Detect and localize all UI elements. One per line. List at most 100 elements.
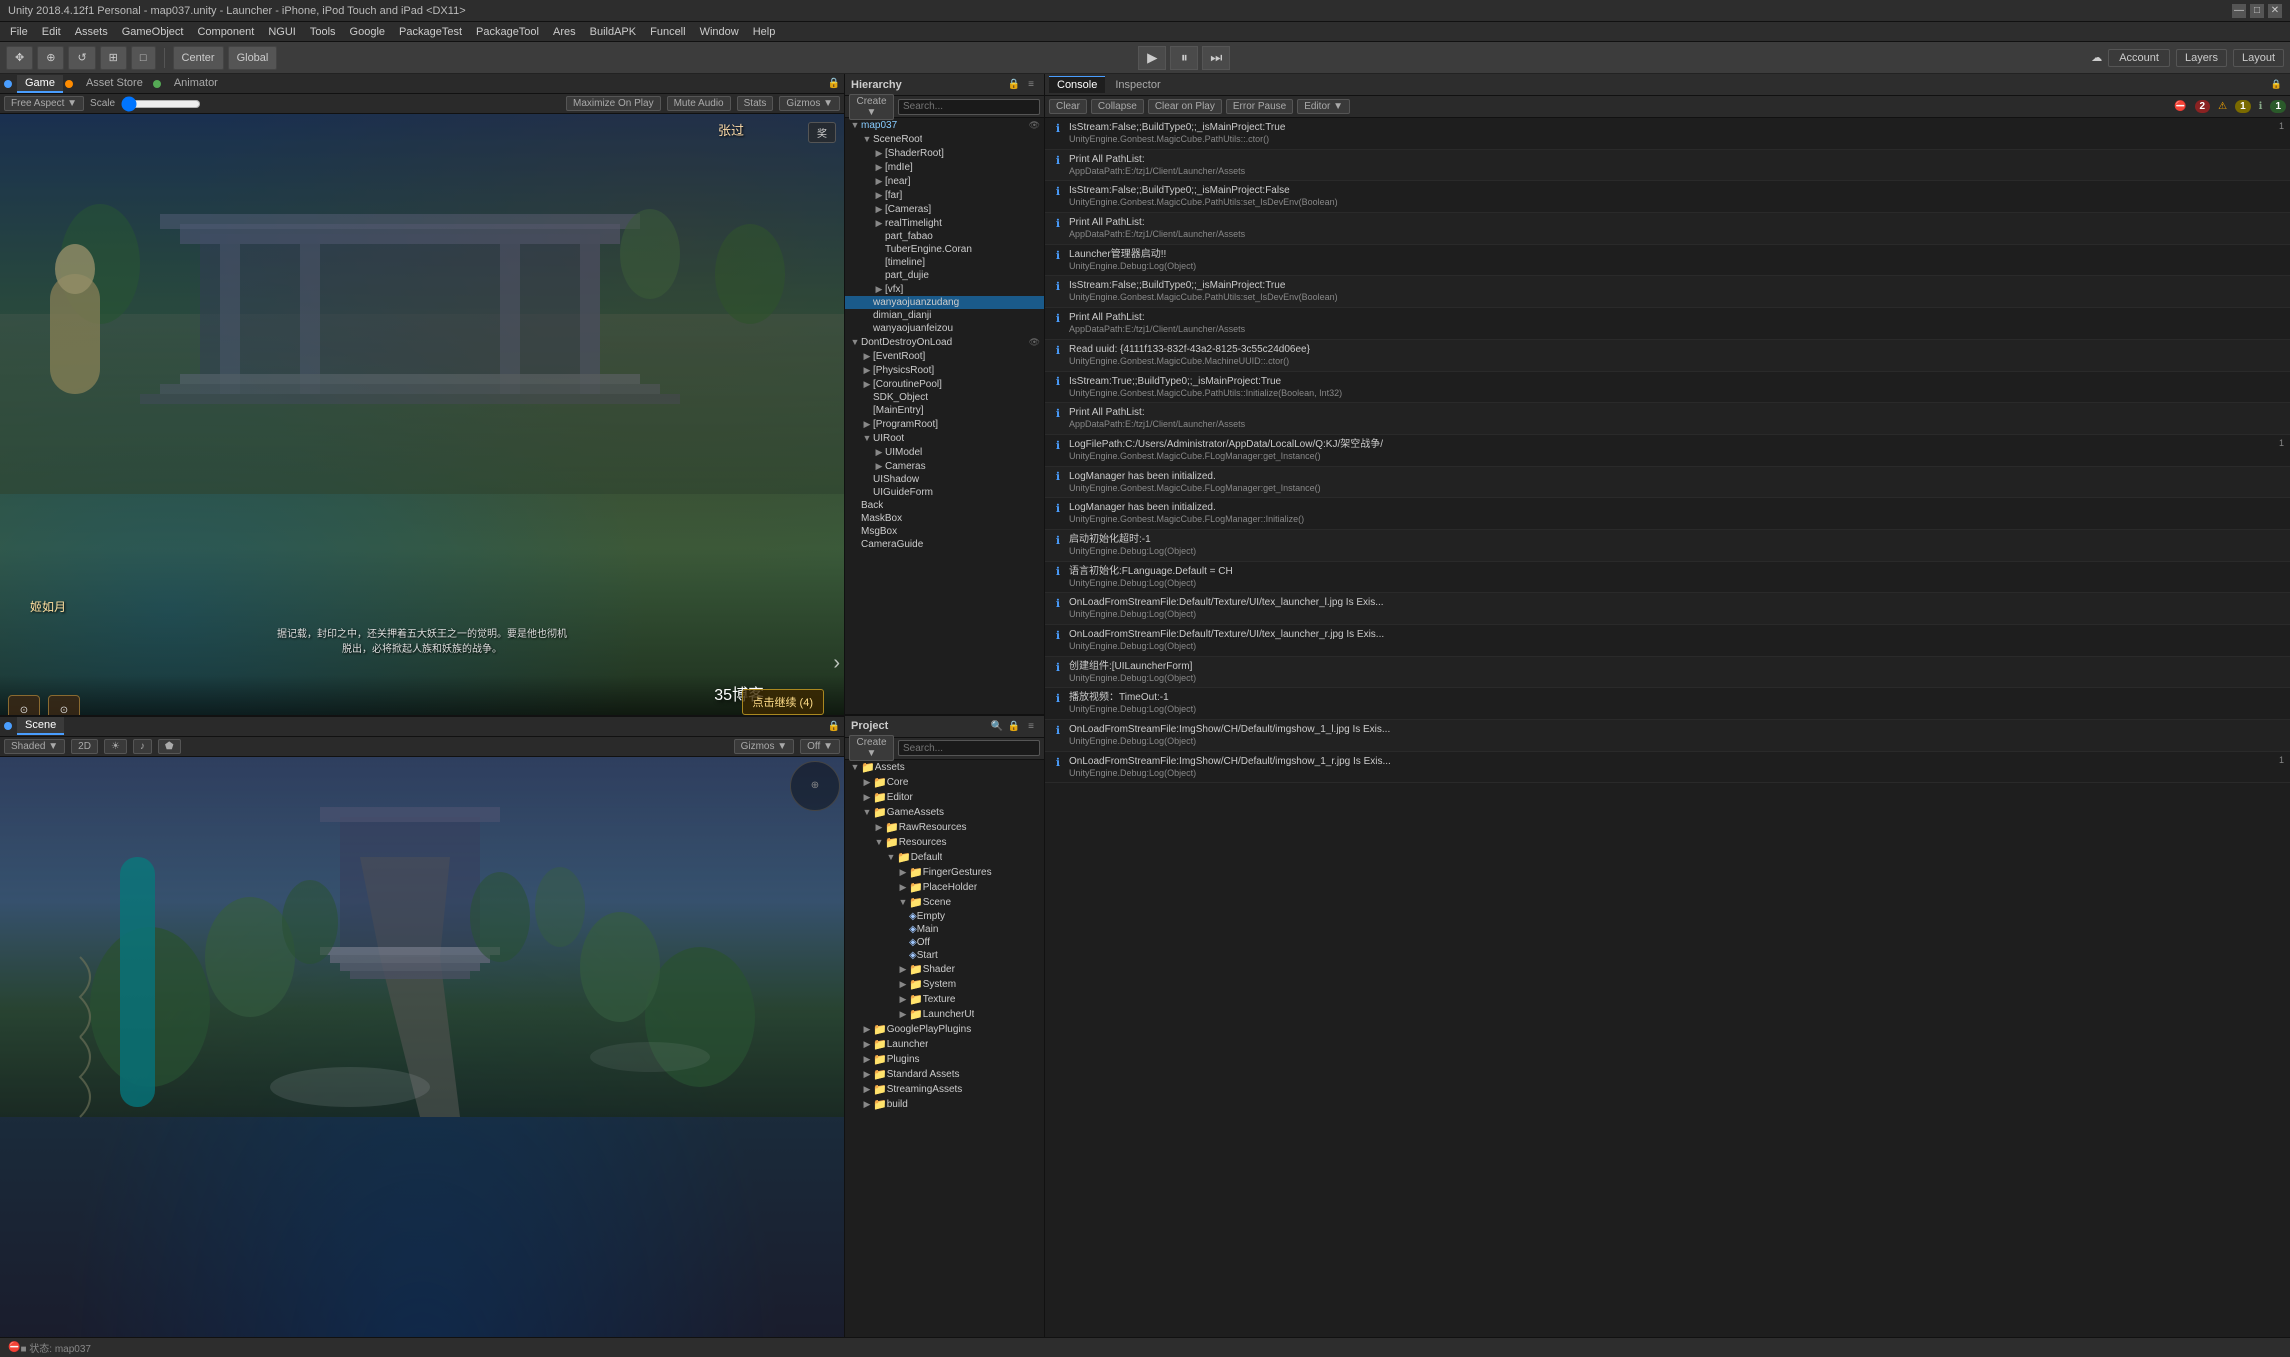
tree-item-cameras[interactable]: ▶ [Cameras]	[845, 202, 1044, 216]
tree-item-core[interactable]: ▶ 📁 Core	[845, 775, 1044, 790]
tree-item-part-dujie[interactable]: part_dujie	[845, 269, 1044, 282]
menu-funcell[interactable]: Funcell	[644, 24, 691, 40]
log-entry-11[interactable]: ℹ LogFilePath:C:/Users/Administrator/App…	[1045, 435, 2290, 467]
tree-item-assets[interactable]: ▼ 📁 Assets	[845, 760, 1044, 775]
log-entry-21[interactable]: ℹ OnLoadFromStreamFile:ImgShow/CH/Defaul…	[1045, 752, 2290, 784]
log-entry-7[interactable]: ℹ Print All PathList: AppDataPath:E:/tzj…	[1045, 308, 2290, 340]
tree-item-mdle[interactable]: ▶ [mdIe]	[845, 160, 1044, 174]
tree-item-programroot[interactable]: ▶ [ProgramRoot]	[845, 417, 1044, 431]
tree-item-uiroot[interactable]: ▼ UIRoot	[845, 431, 1044, 445]
log-entry-15[interactable]: ℹ 语言初始化:FLanguage.Default = CH UnityEngi…	[1045, 562, 2290, 594]
tree-item-wanyaojuanzudang[interactable]: wanyaojuanzudang	[845, 296, 1044, 309]
tree-item-timeline[interactable]: [timeline]	[845, 256, 1044, 269]
tree-item-streamingassets[interactable]: ▶ 📁 StreamingAssets	[845, 1082, 1044, 1097]
tree-item-dimian-dianji[interactable]: dimian_dianji	[845, 309, 1044, 322]
mute-audio-btn[interactable]: Mute Audio	[667, 96, 731, 111]
tree-item-cameras2[interactable]: ▶ Cameras	[845, 459, 1044, 473]
tab-inspector[interactable]: Inspector	[1107, 77, 1168, 93]
log-entry-10[interactable]: ℹ Print All PathList: AppDataPath:E:/tzj…	[1045, 403, 2290, 435]
tool-rotate[interactable]: ↺	[68, 46, 95, 70]
tree-item-placeholder[interactable]: ▶ 📁 PlaceHolder	[845, 880, 1044, 895]
console-editor-btn[interactable]: Editor ▼	[1297, 99, 1350, 114]
project-create-btn[interactable]: Create ▼	[849, 735, 894, 761]
log-entry-3[interactable]: ℹ IsStream:False;;BuildType0;;_isMainPro…	[1045, 181, 2290, 213]
tree-item-plugins[interactable]: ▶ 📁 Plugins	[845, 1052, 1044, 1067]
tool-rect[interactable]: □	[131, 46, 156, 70]
tree-item-scene-main[interactable]: ◈ Main	[845, 923, 1044, 936]
project-search-input[interactable]	[898, 740, 1040, 756]
tree-item-coroutinepool[interactable]: ▶ [CoroutinePool]	[845, 377, 1044, 391]
tool-move[interactable]: ⊕	[37, 46, 64, 70]
project-search-icon[interactable]: 🔍	[990, 719, 1004, 733]
log-entry-19[interactable]: ℹ 播放视频：TimeOut:-1 UnityEngine.Debug:Log(…	[1045, 688, 2290, 720]
tree-item-realtimelight[interactable]: ▶ realTimelight	[845, 216, 1044, 230]
tree-item-sdkobject[interactable]: SDK_Object	[845, 391, 1044, 404]
menu-assets[interactable]: Assets	[69, 24, 114, 40]
tree-item-cameraguide[interactable]: CameraGuide	[845, 538, 1044, 551]
account-button[interactable]: Account	[2108, 49, 2170, 67]
scene-effects-btn[interactable]: ⬟	[158, 739, 181, 754]
pause-button[interactable]: ⏸	[1170, 46, 1198, 70]
menu-ares[interactable]: Ares	[547, 24, 582, 40]
tree-item-launcher[interactable]: ▶ 📁 Launcher	[845, 1037, 1044, 1052]
hierarchy-lock-icon[interactable]: 🔒	[1007, 78, 1021, 92]
play-button[interactable]: ▶	[1138, 46, 1166, 70]
log-entry-12[interactable]: ℹ LogManager has been initialized. Unity…	[1045, 467, 2290, 499]
2d-btn[interactable]: 2D	[71, 739, 98, 754]
tree-item-sceneroot[interactable]: ▼ SceneRoot	[845, 132, 1044, 146]
tree-item-fingergestures[interactable]: ▶ 📁 FingerGestures	[845, 865, 1044, 880]
log-entry-6[interactable]: ℹ IsStream:False;;BuildType0;;_isMainPro…	[1045, 276, 2290, 308]
tree-item-scene-off[interactable]: ◈ Off	[845, 936, 1044, 949]
project-lock-icon[interactable]: 🔒	[1007, 719, 1021, 733]
gizmos-btn[interactable]: Gizmos ▼	[779, 96, 840, 111]
tree-item-near[interactable]: ▶ [near]	[845, 174, 1044, 188]
tree-item-part-fabao[interactable]: part_fabao	[845, 230, 1044, 243]
menu-window[interactable]: Window	[694, 24, 745, 40]
tree-item-maskbox[interactable]: MaskBox	[845, 512, 1044, 525]
menu-packagetool[interactable]: PackageTool	[470, 24, 545, 40]
layers-button[interactable]: Layers	[2176, 49, 2227, 67]
tree-item-googleplayplugins[interactable]: ▶ 📁 GooglePlayPlugins	[845, 1022, 1044, 1037]
hierarchy-search-input[interactable]	[898, 99, 1040, 115]
log-entry-20[interactable]: ℹ OnLoadFromStreamFile:ImgShow/CH/Defaul…	[1045, 720, 2290, 752]
skill-btn-1[interactable]: ⊙	[8, 695, 40, 715]
tab-console[interactable]: Console	[1049, 76, 1105, 93]
tree-item-far[interactable]: ▶ [far]	[845, 188, 1044, 202]
tree-item-shader-folder[interactable]: ▶ 📁 Shader	[845, 962, 1044, 977]
continue-button[interactable]: 点击继续 (4)	[742, 689, 825, 715]
off-toggle-btn[interactable]: Off ▼	[800, 739, 840, 754]
menu-file[interactable]: File	[4, 24, 34, 40]
scene-lights-btn[interactable]: ☀	[104, 739, 127, 754]
maximize-on-play-btn[interactable]: Maximize On Play	[566, 96, 661, 111]
tree-item-eventroot[interactable]: ▶ [EventRoot]	[845, 349, 1044, 363]
scale-slider[interactable]	[121, 98, 201, 110]
menu-component[interactable]: Component	[191, 24, 260, 40]
log-entry-14[interactable]: ℹ 启动初始化超时:-1 UnityEngine.Debug:Log(Objec…	[1045, 530, 2290, 562]
log-entry-18[interactable]: ℹ 创建组件:[UILauncherForm] UnityEngine.Debu…	[1045, 657, 2290, 689]
game-corner-btn-1[interactable]: 奖	[808, 122, 836, 143]
tree-item-scene-folder[interactable]: ▼ 📁 Scene	[845, 895, 1044, 910]
tree-item-mainentry[interactable]: [MainEntry]	[845, 404, 1044, 417]
tab-assetstore[interactable]: Asset Store	[78, 75, 151, 93]
layout-button[interactable]: Layout	[2233, 49, 2284, 67]
tree-item-uiguideform[interactable]: UIGuideForm	[845, 486, 1044, 499]
console-errorpause-btn[interactable]: Error Pause	[1226, 99, 1293, 114]
minimize-button[interactable]: —	[2232, 4, 2246, 18]
close-button[interactable]: ✕	[2268, 4, 2282, 18]
aspect-dropdown[interactable]: Free Aspect ▼	[4, 96, 84, 111]
tree-item-scene-start[interactable]: ◈ Start	[845, 949, 1044, 962]
next-arrow-icon[interactable]: ›	[833, 652, 840, 675]
tree-item-editor[interactable]: ▶ 📁 Editor	[845, 790, 1044, 805]
tree-item-tubercoran[interactable]: TuberEngine.Coran	[845, 243, 1044, 256]
tree-item-shaderroot[interactable]: ▶ [ShaderRoot]	[845, 146, 1044, 160]
tree-item-wanyaojuanfeizou[interactable]: wanyaojuanfeizou	[845, 322, 1044, 335]
step-button[interactable]: ⏭	[1202, 46, 1230, 70]
menu-google[interactable]: Google	[344, 24, 391, 40]
menu-help[interactable]: Help	[747, 24, 782, 40]
maximize-button[interactable]: □	[2250, 4, 2264, 18]
stats-btn[interactable]: Stats	[737, 96, 774, 111]
skill-btn-2[interactable]: ⊙	[48, 695, 80, 715]
log-entry-4[interactable]: ℹ Print All PathList: AppDataPath:E:/tzj…	[1045, 213, 2290, 245]
pivot-center-btn[interactable]: Center	[173, 46, 224, 70]
menu-packagetest[interactable]: PackageTest	[393, 24, 468, 40]
